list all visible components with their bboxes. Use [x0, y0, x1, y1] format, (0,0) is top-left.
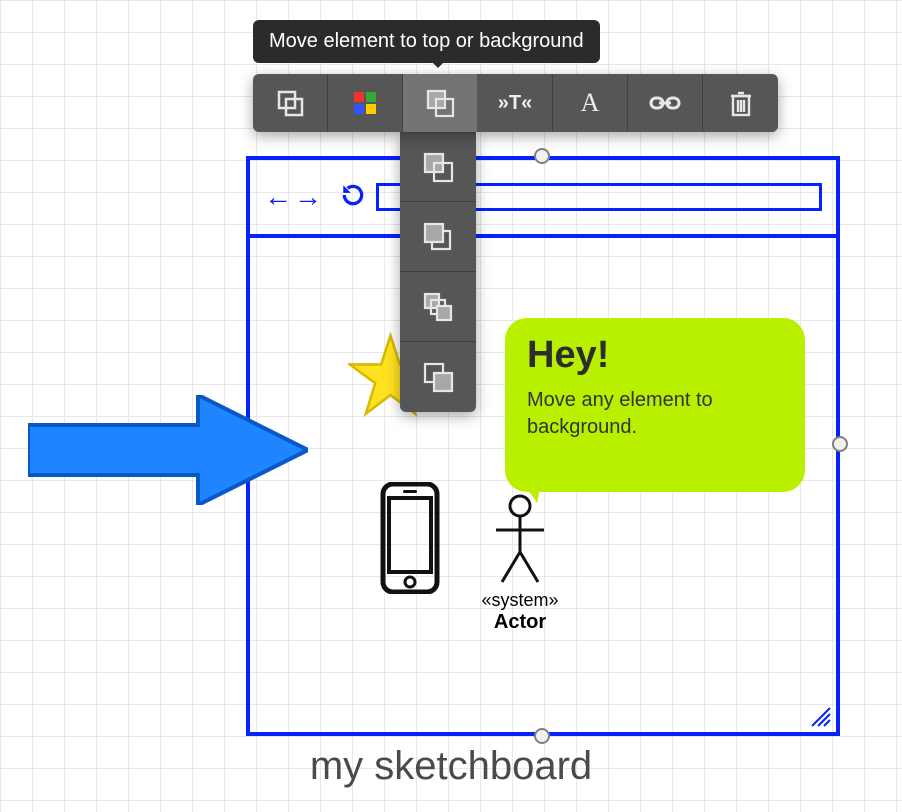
selection-handle-top[interactable]	[534, 148, 550, 164]
selection-handle-bottom[interactable]	[534, 728, 550, 744]
layer-dropdown-menu	[400, 132, 476, 412]
refresh-icon	[340, 182, 366, 213]
arrow-shape[interactable]	[28, 395, 308, 495]
layer-button[interactable]	[403, 74, 478, 132]
resize-grip-icon	[806, 702, 832, 728]
palette-button[interactable]	[328, 74, 403, 132]
bring-forward-item[interactable]	[400, 202, 476, 272]
browser-toolbar: ←→	[250, 160, 836, 238]
bubble-heading: Hey!	[527, 334, 783, 377]
bring-to-front-item[interactable]	[400, 132, 476, 202]
tooltip-text: Move element to top or background	[269, 30, 584, 52]
send-to-back-item[interactable]	[400, 342, 476, 412]
tooltip: Move element to top or background	[253, 20, 600, 63]
phone-shape[interactable]	[379, 482, 441, 594]
type-tag-button[interactable]: »T«	[478, 74, 553, 132]
link-button[interactable]	[628, 74, 703, 132]
bubble-body: Move any element to background.	[527, 387, 783, 441]
nav-back-forward-icon: ←→	[264, 181, 324, 213]
board-title[interactable]: my sketchboard	[0, 744, 902, 789]
delete-button[interactable]	[703, 74, 778, 132]
type-tag-label: »T«	[498, 92, 532, 115]
actor-stereotype: «system»	[460, 590, 580, 611]
send-backward-item[interactable]	[400, 272, 476, 342]
selection-handle-right[interactable]	[832, 436, 848, 452]
text-button[interactable]: A	[553, 74, 628, 132]
actor-shape[interactable]: «system» Actor	[460, 494, 580, 634]
context-toolbar: »T« A	[253, 74, 778, 132]
speech-bubble-shape[interactable]: Hey! Move any element to background.	[505, 318, 805, 492]
text-label: A	[581, 88, 600, 118]
stickman-icon	[460, 494, 580, 584]
group-button[interactable]	[253, 74, 328, 132]
actor-name-label: Actor	[460, 611, 580, 634]
